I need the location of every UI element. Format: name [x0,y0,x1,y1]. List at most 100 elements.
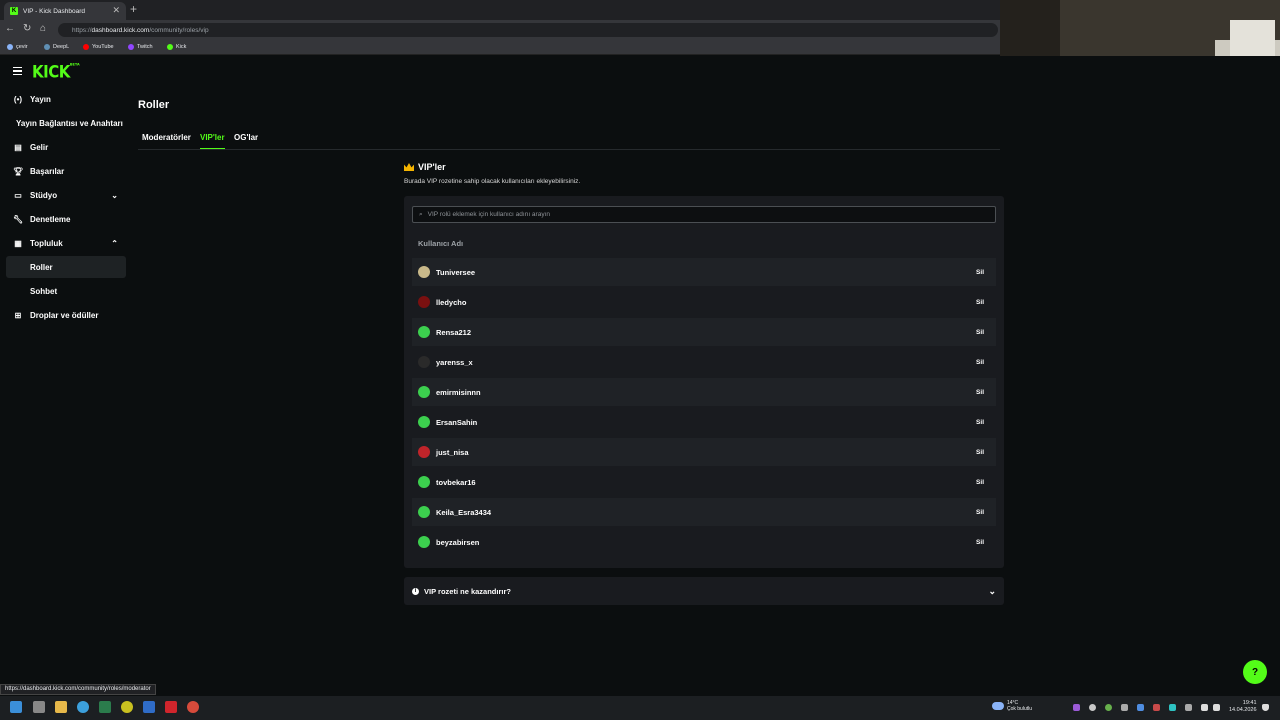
username[interactable]: yarenss_x [436,358,473,367]
delete-button[interactable]: Sil [976,419,984,426]
twitch-icon [128,44,134,50]
edge-icon[interactable] [77,701,89,713]
avatar [418,446,430,458]
table-row: tovbekar16 Sil [412,468,996,496]
delete-button[interactable]: Sil [976,359,984,366]
sidebar-item-basarilar[interactable]: 🏆︎ Başarılar [6,160,126,182]
sidebar-item-sohbet[interactable]: Sohbet [6,280,126,302]
sidebar-item-studyo[interactable]: ▭ Stüdyo ⌄ [6,184,126,206]
start-icon[interactable] [10,701,22,713]
wifi-icon[interactable] [1201,704,1208,711]
tray-icon[interactable] [1153,704,1160,711]
new-tab-icon[interactable]: + [130,2,137,16]
close-tab-icon[interactable]: ✕ [112,5,120,16]
weather-widget[interactable]: 14°C Çok bulutlu [992,700,1032,712]
vip-heading-text: VIP'ler [418,162,446,172]
avatar [418,326,430,338]
kick-logo[interactable]: KICKBETA [32,62,80,82]
address-bar[interactable]: https://dashboard.kick.com/community/rol… [58,23,998,37]
sidebar-item-gelir[interactable]: ▤ Gelir [6,136,126,158]
delete-button[interactable]: Sil [976,509,984,516]
delete-button[interactable]: Sil [976,299,984,306]
drops-icon: ⊞ [14,310,22,320]
sidebar-item-yayin[interactable]: (•) Yayın [6,88,126,110]
username[interactable]: beyzabirsen [436,538,479,547]
username[interactable]: just_nisa [436,448,469,457]
delete-button[interactable]: Sil [976,539,984,546]
browser-nav-bar: ← ↻ ⌂ https://dashboard.kick.com/communi… [0,20,1000,40]
deepl-icon [44,44,50,50]
vip-description: Burada VIP rozetine sahip olacak kullanı… [404,178,581,185]
bookmark-youtube[interactable]: YouTube [83,44,114,50]
delete-button[interactable]: Sil [976,479,984,486]
trophy-icon: 🏆︎ [13,166,24,176]
vip-faq-accordion[interactable]: i VIP rozeti ne kazandırır? ⌄ [404,577,1004,605]
search-placeholder: VIP rolü eklemek için kullanıcı adını ar… [427,211,550,218]
bookmark-cevir[interactable]: çevir [7,44,28,50]
notification-bell-icon[interactable] [1262,704,1269,711]
tab-title: VIP - Kick Dashboard [23,7,86,15]
terminal-icon[interactable] [99,701,111,713]
vip-heading: VIP'ler [404,162,446,172]
broadcast-icon: (•) [13,94,23,104]
sidebar-item-topluluk[interactable]: ▦ Topluluk ⌃ [6,232,126,254]
bookmark-kick[interactable]: Kick [167,44,186,50]
delete-button[interactable]: Sil [976,269,984,276]
username[interactable]: lledycho [436,298,466,307]
sidebar-item-denetleme[interactable]: 🔧︎ Denetleme [6,208,126,230]
help-chat-button[interactable]: ? [1243,660,1267,684]
vip-search-input[interactable]: ⌕ VIP rolü eklemek için kullanıcı adını … [412,206,996,223]
avatar [418,416,430,428]
crown-icon [404,163,414,171]
windows-taskbar: 14°C Çok bulutlu 19:41 14.04.2026 [0,696,1280,720]
file-explorer-icon[interactable] [55,701,67,713]
faq-question: VIP rozeti ne kazandırır? [424,586,511,596]
username[interactable]: tovbekar16 [436,478,476,487]
home-icon[interactable]: ⌂ [40,23,46,34]
weather-text: Çok bulutlu [1007,706,1033,712]
volume-icon[interactable] [1213,704,1220,711]
tray-icon[interactable] [1073,704,1080,711]
username[interactable]: Keila_Esra3434 [436,508,491,517]
tray-icon[interactable] [1089,704,1096,711]
delete-button[interactable]: Sil [976,329,984,336]
username[interactable]: emirmisinnn [436,388,481,397]
task-view-icon[interactable] [33,701,45,713]
username[interactable]: ErsanSahin [436,418,477,427]
sidebar-item-roller[interactable]: Roller [6,256,126,278]
app-icon[interactable] [143,701,155,713]
studio-icon: ▭ [14,190,22,200]
kick-favicon-icon: K [10,7,18,15]
browser-tab-bar: K VIP - Kick Dashboard ✕ + [0,0,1000,20]
username[interactable]: Tuniversee [436,268,475,277]
table-row: Rensa212 Sil [412,318,996,346]
sidebar-item-droplar[interactable]: ⊞ Droplar ve ödüller [6,304,126,326]
browser-icon[interactable] [187,701,199,713]
system-clock[interactable]: 19:41 14.04.2026 [1229,700,1257,714]
browser-tab[interactable]: K VIP - Kick Dashboard ✕ [4,2,126,20]
reload-icon[interactable]: ↻ [23,23,31,34]
clock-time: 19:41 [1242,700,1257,706]
tray-icon[interactable] [1105,704,1112,711]
bluetooth-icon[interactable] [1137,704,1144,711]
media-icon[interactable] [165,701,177,713]
tray-icon[interactable] [1121,704,1128,711]
sidebar-item-stream-key[interactable]: Yayın Bağlantısı ve Anahtarı [6,112,136,134]
chrome-icon[interactable] [121,701,133,713]
back-icon[interactable]: ← [5,23,15,34]
tray-icon[interactable] [1169,704,1176,711]
delete-button[interactable]: Sil [976,389,984,396]
search-icon: ⌕ [419,210,423,218]
tab-moderatorler[interactable]: Moderatörler [142,133,191,148]
wrench-icon: 🔧︎ [13,214,24,224]
tab-vipler[interactable]: VIP'ler [200,133,225,149]
url-prefix: https:// [72,26,92,34]
delete-button[interactable]: Sil [976,449,984,456]
tab-oglar[interactable]: OG'lar [234,133,258,148]
hamburger-menu-icon[interactable] [13,67,22,75]
bookmark-twitch[interactable]: Twitch [128,44,153,50]
tray-icon[interactable] [1185,704,1192,711]
username[interactable]: Rensa212 [436,328,471,337]
bookmark-deepl[interactable]: DeepL [44,44,69,50]
community-icon: ▦ [14,238,22,248]
